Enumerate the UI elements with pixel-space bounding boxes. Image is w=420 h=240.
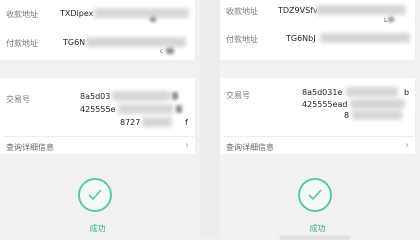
check-circle-icon	[298, 178, 332, 212]
redaction	[176, 105, 182, 113]
redaction	[94, 8, 189, 18]
redaction	[118, 104, 173, 114]
redaction	[346, 87, 398, 97]
tx-id-label: 交易号	[6, 95, 30, 104]
view-details-label: 查询详细信息	[226, 143, 274, 152]
address-card: 收款地址 TXDipex 付款地址 TG6N c	[0, 0, 195, 60]
redaction	[316, 5, 406, 15]
section-separator	[0, 60, 200, 78]
divider	[224, 136, 414, 137]
address-card: 收款地址 TDZ9VSfv L 付款地址 TG6NbJ	[220, 0, 415, 60]
footer-hint-redaction	[280, 236, 350, 240]
redaction	[86, 37, 186, 47]
chevron-right-icon: ›	[405, 140, 409, 151]
redaction	[172, 92, 178, 100]
tx-id-line-2: 425555e	[80, 105, 116, 114]
success-label: 成功	[89, 224, 106, 233]
tx-id-label: 交易号	[226, 91, 250, 100]
success-status: 成功	[220, 170, 415, 240]
view-details-row[interactable]: 查询详细信息 ›	[220, 138, 415, 154]
redaction	[166, 48, 174, 54]
tx-id-line-1-tail: b	[404, 88, 410, 97]
tx-id-line-3-tail: f	[185, 118, 188, 127]
success-label: 成功	[309, 224, 326, 233]
redaction	[112, 91, 170, 101]
receive-address-value: TXDipex	[60, 9, 94, 18]
tx-id-line-3: 8	[344, 111, 350, 120]
section-separator	[220, 60, 420, 78]
check-circle-icon	[78, 178, 112, 212]
tx-id-line-1: 8a5d031e	[302, 88, 343, 97]
tx-id-line-2: 425555ead	[302, 100, 348, 109]
left-transaction-panel: 收款地址 TXDipex 付款地址 TG6N c 交易号 8a5d03 4255…	[0, 0, 200, 239]
pay-address-value: TG6NbJ	[286, 34, 316, 43]
redaction	[388, 17, 394, 22]
redaction	[352, 110, 402, 120]
panel-gap	[200, 0, 220, 239]
pay-address-label: 付款地址	[6, 39, 38, 48]
receive-address-label: 收款地址	[6, 10, 38, 19]
redaction	[142, 117, 172, 127]
view-details-label: 查询详细信息	[6, 143, 54, 152]
receive-address-value: TDZ9VSfv	[278, 6, 318, 15]
redaction	[350, 99, 405, 109]
chevron-right-icon: ›	[185, 140, 189, 151]
pay-address-value: TG6N	[63, 38, 86, 47]
receive-address-tail: L	[384, 17, 388, 24]
success-status: 成功	[0, 170, 195, 239]
redaction	[150, 17, 156, 22]
redaction	[320, 33, 410, 43]
pay-address-tail: c	[160, 48, 164, 55]
divider	[4, 136, 194, 137]
right-transaction-panel: 收款地址 TDZ9VSfv L 付款地址 TG6NbJ 交易号 8a5d031e…	[220, 0, 420, 240]
tx-id-line-3: 8727	[120, 118, 141, 127]
pay-address-label: 付款地址	[226, 35, 258, 44]
receive-address-label: 收款地址	[226, 7, 258, 16]
view-details-row[interactable]: 查询详细信息 ›	[0, 138, 195, 154]
tx-id-line-1: 8a5d03	[80, 92, 111, 101]
